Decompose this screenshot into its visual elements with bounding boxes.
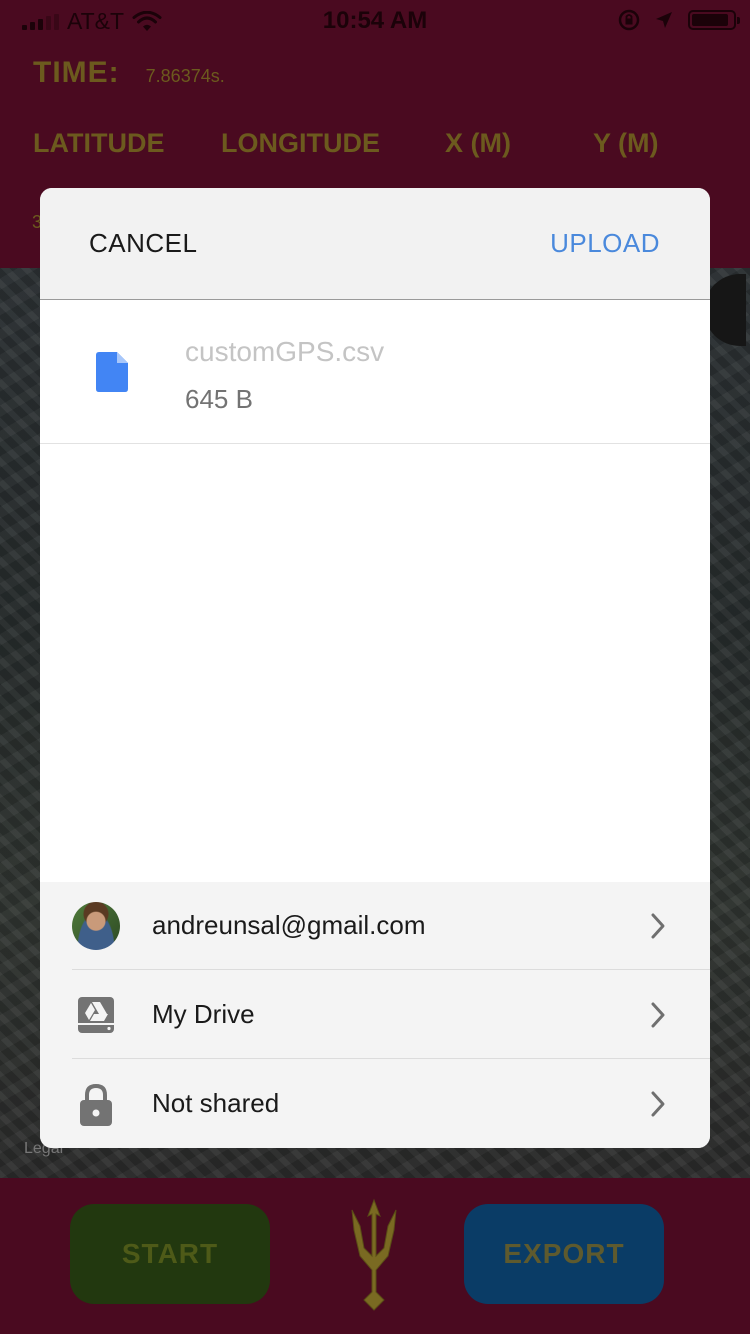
folder-row[interactable]: My Drive xyxy=(40,971,710,1059)
sheet-header: CANCEL UPLOAD xyxy=(40,188,710,300)
account-email: andreunsal@gmail.com xyxy=(152,910,426,940)
document-icon xyxy=(96,352,128,392)
upload-options: andreunsal@gmail.com My Drive Not shared xyxy=(40,882,710,1148)
column-y: Y (M) xyxy=(593,128,659,158)
start-button[interactable]: START xyxy=(70,1204,270,1304)
column-x: X (M) xyxy=(445,128,511,158)
cancel-button[interactable]: CANCEL xyxy=(89,228,197,259)
upload-sheet: CANCEL UPLOAD customGPS.csv 645 B andreu… xyxy=(40,188,710,1148)
sharing-label: Not shared xyxy=(152,1088,280,1118)
divider xyxy=(72,1058,710,1059)
time-value: 7.86374s. xyxy=(145,66,225,86)
status-indicators xyxy=(618,9,740,31)
column-longitude: LONGITUDE xyxy=(221,128,380,158)
column-latitude: LATITUDE xyxy=(33,128,165,158)
file-name[interactable]: customGPS.csv xyxy=(185,336,384,368)
file-item: customGPS.csv 645 B xyxy=(40,300,710,444)
google-drive-icon xyxy=(78,997,114,1033)
upload-button[interactable]: UPLOAD xyxy=(550,228,660,259)
export-button[interactable]: EXPORT xyxy=(464,1204,664,1304)
file-size: 645 B xyxy=(185,384,253,414)
orientation-lock-icon xyxy=(618,9,640,31)
folder-label: My Drive xyxy=(152,999,255,1029)
account-row[interactable]: andreunsal@gmail.com xyxy=(40,882,710,970)
chevron-right-icon xyxy=(651,913,665,939)
chevron-right-icon xyxy=(651,1091,665,1117)
sharing-row[interactable]: Not shared xyxy=(40,1060,710,1148)
divider xyxy=(72,969,710,970)
avatar xyxy=(72,902,120,950)
time-label: TIME: xyxy=(33,56,120,89)
status-bar: AT&T 10:54 AM xyxy=(0,0,750,40)
lock-icon xyxy=(80,1083,112,1126)
chevron-right-icon xyxy=(651,1002,665,1028)
pitchfork-logo-icon xyxy=(351,1198,397,1311)
battery-icon xyxy=(688,10,740,30)
location-arrow-icon xyxy=(656,12,672,28)
elapsed-time-row: TIME: 7.86374s. xyxy=(33,56,225,90)
